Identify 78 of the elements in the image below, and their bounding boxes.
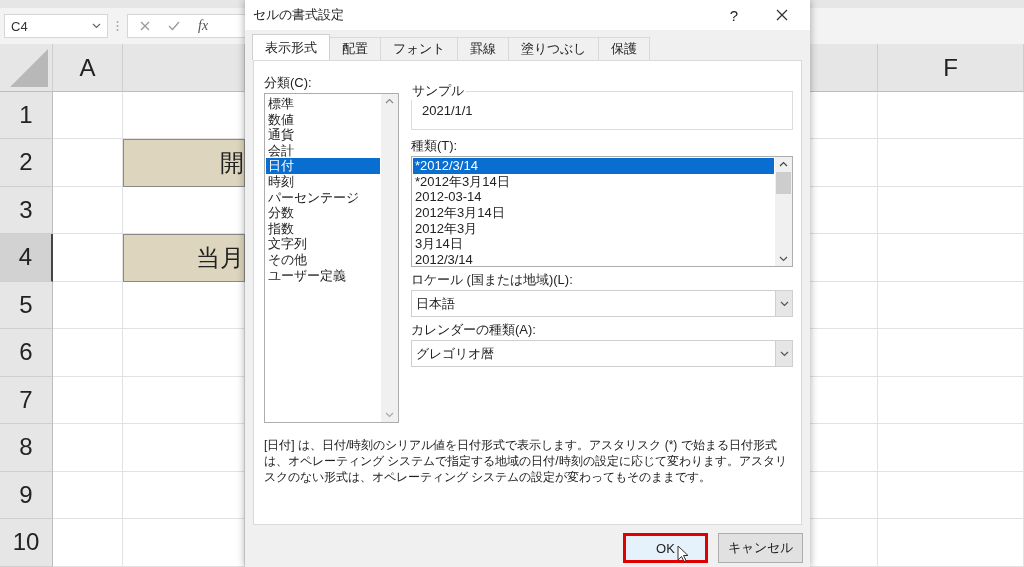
list-item[interactable]: 指数 (266, 220, 380, 237)
mouse-pointer-icon (677, 545, 689, 563)
row-header[interactable]: 3 (0, 186, 53, 234)
column-header[interactable]: F (878, 44, 1024, 92)
calendar-label: カレンダーの種類(A): (411, 321, 537, 339)
list-item[interactable]: 会計 (266, 142, 380, 159)
list-item[interactable]: その他 (266, 251, 380, 268)
list-item[interactable]: 2012年3月 (413, 220, 774, 237)
dropdown-icon (779, 300, 789, 307)
ok-button[interactable]: OK (623, 533, 708, 563)
list-item[interactable]: 2012年3月14日 (413, 205, 774, 221)
column-header[interactable]: A (53, 44, 123, 92)
corner-triangle-icon (10, 49, 48, 87)
scroll-down-icon (779, 256, 788, 262)
category-list[interactable]: 標準 数値 通貨 会計 日付 時刻 パーセンテージ 分数 指数 文字列 その他 ユーザー定義 (264, 93, 399, 423)
category-label: 分類(C): (264, 74, 313, 92)
cancel-icon[interactable] (140, 21, 150, 31)
dialog-title: セルの書式設定 (253, 6, 345, 24)
grid-cell (53, 329, 123, 377)
cell-reference: C4 (11, 18, 28, 34)
locale-label: ロケール (国または地域)(L): (411, 271, 574, 289)
type-label: 種類(T): (411, 137, 459, 155)
select-all-corner[interactable] (0, 44, 53, 92)
list-item[interactable]: 3月14日 (413, 236, 774, 253)
scroll-thumb[interactable] (776, 172, 791, 194)
check-icon[interactable] (168, 21, 180, 31)
help-button[interactable]: ? (714, 6, 754, 24)
grid-cell (53, 376, 123, 424)
row-header[interactable]: 4 (0, 234, 53, 282)
tab[interactable]: 表示形式 (252, 34, 330, 60)
type-list[interactable]: *2012/3/14 *2012年3月14日 2012-03-14 2012年3月14日 2012年3月 3月14日 2012/3/14 (411, 156, 793, 267)
row-header[interactable]: 2 (0, 139, 53, 187)
column-header[interactable] (123, 44, 245, 92)
row-header[interactable]: 9 (0, 471, 53, 519)
locale-dropdown[interactable]: 日本語 (411, 290, 793, 317)
scroll-down-icon (385, 412, 394, 418)
list-item[interactable]: 数値 (266, 111, 380, 128)
grid-cell (53, 424, 123, 472)
list-item[interactable]: パーセンテージ (266, 189, 380, 206)
calendar-dropdown[interactable]: グレゴリオ暦 (411, 340, 793, 367)
sample-value: 2021/1/1 (422, 103, 473, 118)
list-item[interactable]: 2012-03-14 (413, 189, 774, 206)
list-item[interactable]: 標準 (266, 96, 380, 112)
tab[interactable]: 保護 (598, 37, 650, 60)
insert-function-button[interactable]: fx (198, 18, 209, 34)
grid-cell (53, 281, 123, 329)
description-text: [日付] は、日付/時刻のシリアル値を日付形式で表示します。アスタリスク (*) で始まる日付形式は、オペレーティング システムで指定する地域の日付/時刻の設定に応じて変わります。アスタリスクのない形式は、オペレーティング システムの設定が変わってもそのままです。 (264, 437, 788, 485)
row-header[interactable]: 7 (0, 376, 53, 424)
list-item[interactable]: 時刻 (266, 173, 380, 190)
row-header[interactable]: 1 (0, 91, 53, 139)
grid-cell (53, 186, 123, 234)
cancel-button[interactable]: キャンセル (718, 533, 803, 563)
close-icon[interactable] (776, 9, 788, 21)
row-header[interactable]: 10 (0, 519, 53, 567)
table-cell: 当月 (123, 234, 245, 282)
row-header[interactable]: 8 (0, 424, 53, 472)
list-item[interactable]: ユーザー定義 (266, 267, 380, 284)
list-item[interactable]: 通貨 (266, 127, 380, 143)
list-item[interactable]: 日付 (266, 158, 380, 174)
grip-icon (116, 20, 119, 32)
list-item[interactable]: 分数 (266, 205, 380, 221)
grid-cell (53, 91, 123, 139)
scroll-up-icon (385, 98, 394, 104)
grid-cell (53, 519, 123, 567)
dropdown-icon (92, 23, 101, 29)
list-item[interactable]: *2012/3/14 (413, 158, 774, 174)
list-item[interactable]: 2012/3/14 (413, 252, 774, 266)
row-header[interactable]: 5 (0, 281, 53, 329)
list-item[interactable]: 文字列 (266, 236, 380, 252)
list-item[interactable]: *2012年3月14日 (413, 173, 774, 190)
table-cell: 開 (123, 139, 245, 187)
column-header[interactable] (810, 44, 878, 92)
dropdown-icon (779, 350, 789, 357)
name-box[interactable]: C4 (4, 14, 108, 38)
row-header[interactable]: 6 (0, 329, 53, 377)
scroll-up-icon (779, 161, 788, 167)
sample-label: サンプル (410, 82, 466, 100)
grid-cell (53, 471, 123, 519)
